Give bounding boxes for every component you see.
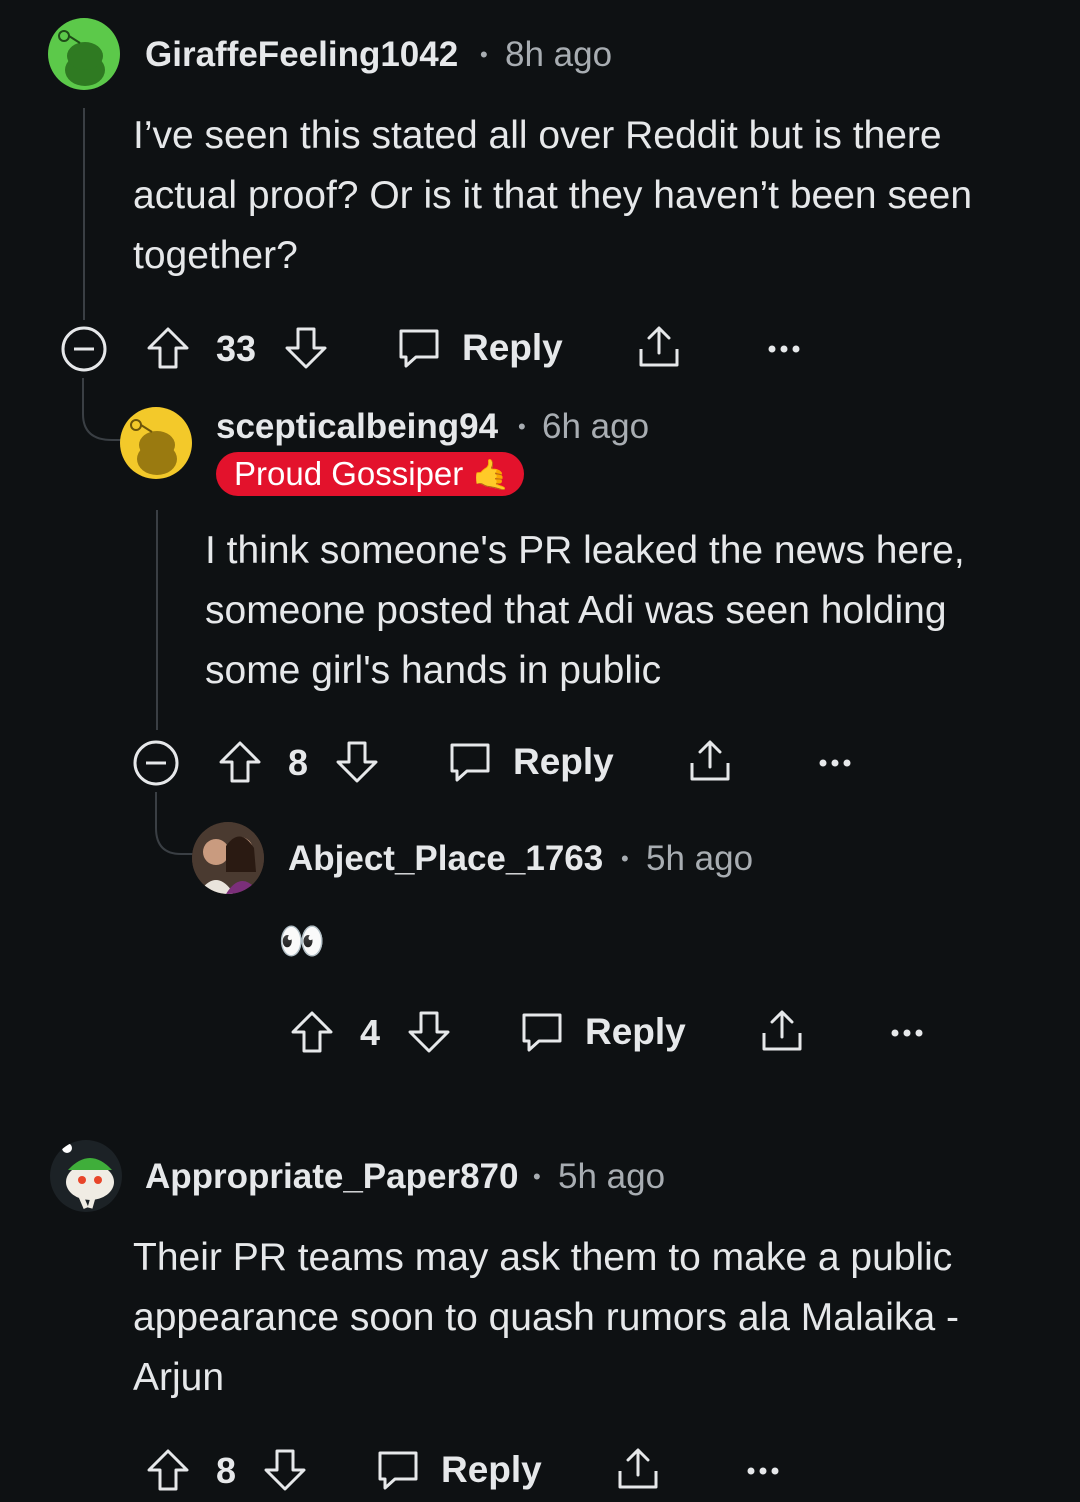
username[interactable]: Abject_Place_1763 [288,839,603,879]
share-icon[interactable] [635,323,683,376]
timestamp: 5h ago [558,1157,666,1196]
username[interactable]: scepticalbeing94 [216,407,498,447]
share-icon[interactable] [686,737,734,790]
avatar[interactable] [192,822,264,894]
more-icon[interactable] [745,1464,781,1482]
collapse-icon[interactable] [132,739,180,792]
avatar[interactable] [120,407,192,479]
separator-dot: • [518,414,526,439]
upvote-icon[interactable] [145,1447,191,1498]
profile-photo-icon [192,822,264,894]
thread-line [83,108,85,320]
flair-emoji: 🤙 [472,459,510,492]
downvote-icon[interactable] [334,739,380,790]
downvote-icon[interactable] [283,325,329,376]
snoo-avatar-icon [58,30,105,86]
downvote-icon[interactable] [262,1447,308,1498]
reply-button[interactable]: Reply [585,1011,686,1053]
upvote-icon[interactable] [289,1009,335,1060]
vote-count: 33 [216,328,257,369]
snoo-avatar-icon [130,419,177,475]
comment-icon[interactable] [396,325,442,376]
separator-dot: • [533,1164,541,1189]
upvote-icon[interactable] [217,739,263,790]
more-icon[interactable] [817,756,853,774]
comment-body: I think someone's PR leaked the news her… [205,529,965,692]
timestamp: 5h ago [646,839,754,878]
user-flair: Proud Gossiper 🤙 [216,452,524,496]
comment-icon[interactable] [375,1447,421,1498]
timestamp: 6h ago [542,407,650,446]
separator-dot: • [480,42,488,67]
reply-button[interactable]: Reply [513,741,614,783]
username[interactable]: GiraffeFeeling1042 [145,35,458,75]
share-icon[interactable] [758,1007,806,1060]
separator-dot: • [621,846,629,871]
upvote-icon[interactable] [145,325,191,376]
comment-body: I’ve seen this stated all over Reddit bu… [133,114,973,277]
downvote-icon[interactable] [406,1009,452,1060]
thread-line [156,510,158,730]
comment-body: 👀 [278,921,326,963]
share-icon[interactable] [614,1445,662,1498]
reply-button[interactable]: Reply [462,327,563,369]
comment-body: Their PR teams may ask them to make a pu… [133,1236,959,1399]
vote-count: 4 [360,1012,381,1053]
comment-icon[interactable] [447,739,493,790]
more-icon[interactable] [766,342,802,360]
vote-count: 8 [288,742,309,783]
avatar[interactable] [48,18,120,90]
snoo-avatar-icon [62,1143,114,1209]
vote-count: 8 [216,1450,237,1491]
flair-text: Proud Gossiper [234,455,464,492]
username[interactable]: Appropriate_Paper870 [145,1157,518,1197]
avatar[interactable] [50,1140,122,1212]
collapse-icon[interactable] [60,325,108,378]
comment-icon[interactable] [519,1009,565,1060]
timestamp: 8h ago [505,35,613,74]
reply-button[interactable]: Reply [441,1449,542,1491]
more-icon[interactable] [889,1026,925,1044]
